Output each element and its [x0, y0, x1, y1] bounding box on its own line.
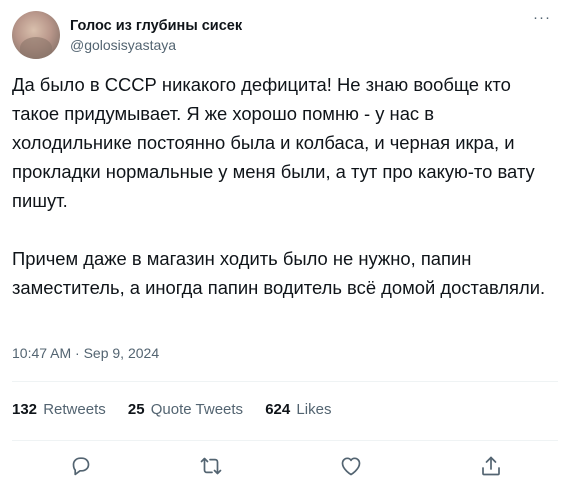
tweet-card: Голос из глубины сисек @golosisyastaya ·…	[0, 0, 570, 498]
quotes-stat[interactable]: 25 Quote Tweets	[128, 401, 243, 418]
reply-button[interactable]	[67, 452, 95, 480]
author-display-name[interactable]: Голос из глубины сисек	[70, 17, 242, 36]
tweet-paragraph: Да было в СССР никакого дефицита! Не зна…	[12, 74, 535, 211]
likes-count: 624	[265, 401, 291, 418]
tweet-header: Голос из глубины сисек @golosisyastaya ·…	[12, 10, 558, 59]
likes-label: Likes	[296, 401, 332, 418]
tweet-actions	[0, 448, 570, 482]
author-handle[interactable]: @golosisyastaya	[70, 36, 242, 54]
tweet-timestamp[interactable]: 10:47 AM · Sep 9, 2024	[12, 345, 159, 361]
like-button[interactable]	[337, 452, 365, 480]
retweet-button[interactable]	[197, 452, 225, 480]
likes-stat[interactable]: 624 Likes	[265, 401, 331, 418]
retweets-label: Retweets	[43, 401, 106, 418]
tweet-stats: 132 Retweets 25 Quote Tweets 624 Likes	[12, 401, 349, 418]
more-icon[interactable]: ···	[528, 10, 556, 31]
avatar[interactable]	[12, 11, 60, 59]
reply-icon	[72, 457, 90, 476]
tweet-paragraph: Причем даже в магазин ходить было не нуж…	[12, 248, 546, 298]
retweets-stat[interactable]: 132 Retweets	[12, 401, 106, 418]
heart-icon	[341, 457, 361, 476]
author-names: Голос из глубины сисек @golosisyastaya	[70, 17, 242, 54]
share-icon	[482, 456, 500, 476]
quotes-count: 25	[127, 401, 145, 418]
tweet-text: Да было в СССР никакого дефицита! Не зна…	[12, 70, 558, 302]
share-button[interactable]	[477, 452, 505, 480]
quotes-label: Quote Tweets	[150, 401, 244, 418]
divider	[12, 440, 558, 441]
retweets-count: 132	[12, 401, 38, 418]
divider	[12, 381, 558, 382]
retweet-icon	[200, 457, 222, 475]
